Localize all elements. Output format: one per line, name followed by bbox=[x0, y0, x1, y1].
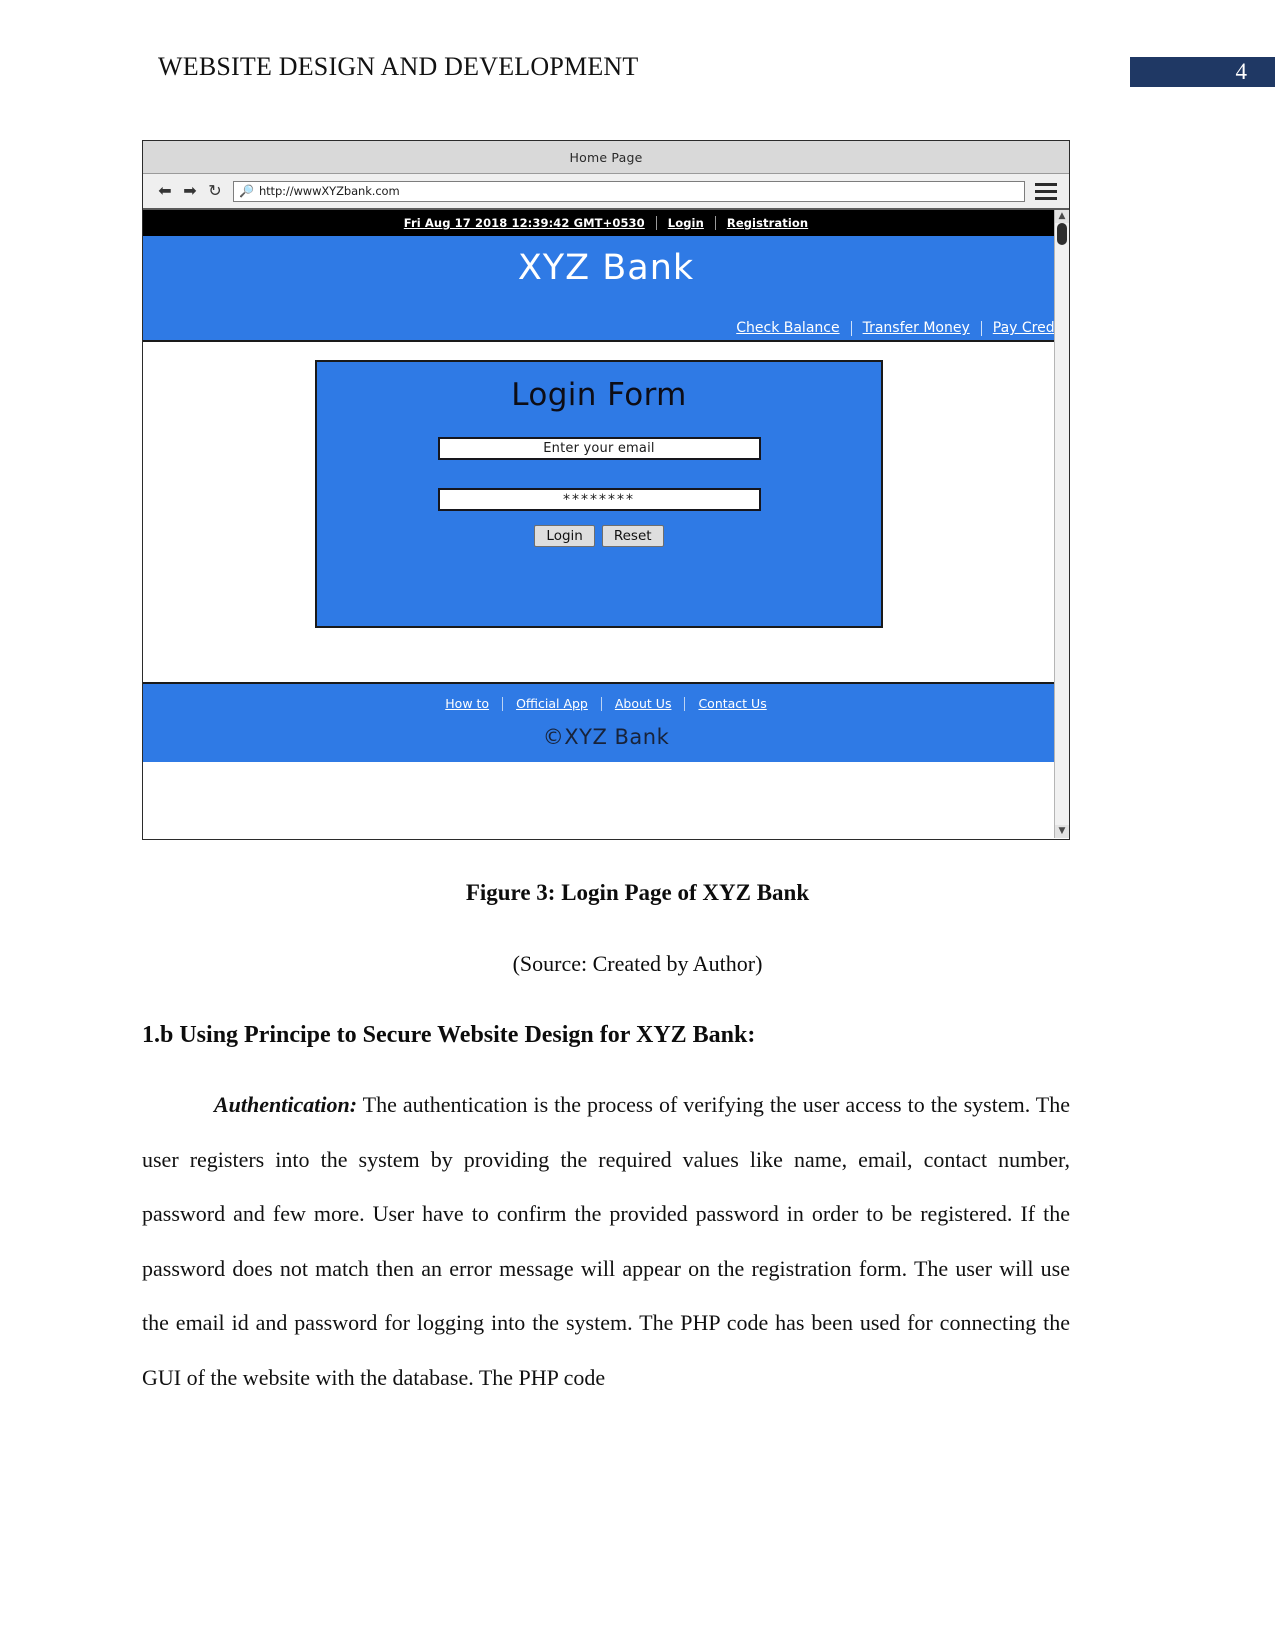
login-form-card: Login Form Enter your email ******** Log… bbox=[315, 360, 883, 628]
site-main-nav: Check Balance Transfer Money Pay Credit bbox=[725, 320, 1069, 336]
topbar-registration-link[interactable]: Registration bbox=[716, 216, 819, 230]
back-arrow-icon[interactable]: ⬅ bbox=[157, 183, 173, 199]
scroll-up-arrow-icon[interactable]: ▲ bbox=[1055, 210, 1069, 223]
url-text: http://wwwXYZbank.com bbox=[258, 184, 400, 198]
paragraph-lead-term: Authentication: bbox=[214, 1092, 358, 1117]
footer-link-official-app[interactable]: Official App bbox=[503, 696, 601, 711]
body-paragraph: Authentication: The authentication is th… bbox=[142, 1078, 1070, 1405]
hamburger-menu-icon[interactable] bbox=[1035, 182, 1057, 200]
topbar-login-link[interactable]: Login bbox=[657, 216, 715, 230]
page-number: 4 bbox=[1235, 59, 1248, 84]
figure-source: (Source: Created by Author) bbox=[512, 951, 763, 976]
site-topbar: Fri Aug 17 2018 12:39:42 GMT+0530 Login … bbox=[143, 210, 1069, 236]
footer-copyright: ©XYZ Bank bbox=[542, 725, 670, 749]
figure-caption: Figure 3: Login Page of XYZ Bank bbox=[465, 880, 810, 905]
nav-link-transfer-money[interactable]: Transfer Money bbox=[852, 320, 981, 336]
address-bar[interactable]: 🔍 http://wwwXYZbank.com bbox=[233, 180, 1025, 202]
browser-toolbar: ⬅ ➡ ↻ 🔍 http://wwwXYZbank.com bbox=[143, 174, 1069, 210]
header-title: WEBSITE DESIGN AND DEVELOPMENT bbox=[158, 52, 639, 81]
paragraph-body-text: The authentication is the process of ver… bbox=[142, 1092, 1070, 1390]
reload-icon[interactable]: ↻ bbox=[207, 183, 223, 199]
section-heading: 1.b Using Principe to Secure Website Des… bbox=[142, 1022, 756, 1048]
browser-titlebar: Home Page bbox=[143, 141, 1069, 174]
topbar-datetime: Fri Aug 17 2018 12:39:42 GMT+0530 bbox=[403, 216, 645, 230]
login-button[interactable]: Login bbox=[534, 525, 595, 547]
search-icon: 🔍 bbox=[239, 184, 254, 198]
footer-links: How to Official App About Us Contact Us bbox=[143, 684, 1069, 711]
site-viewport: Fri Aug 17 2018 12:39:42 GMT+0530 Login … bbox=[143, 210, 1069, 838]
scroll-down-arrow-icon[interactable]: ▼ bbox=[1055, 825, 1069, 838]
vertical-scrollbar[interactable]: ▲ ▼ bbox=[1054, 210, 1069, 838]
forward-arrow-icon[interactable]: ➡ bbox=[182, 183, 198, 199]
reset-button[interactable]: Reset bbox=[601, 525, 664, 547]
site-footer: How to Official App About Us Contact Us … bbox=[143, 682, 1069, 762]
password-field[interactable]: ******** bbox=[437, 488, 761, 511]
nav-link-check-balance[interactable]: Check Balance bbox=[725, 320, 850, 336]
site-body: Login Form Enter your email ******** Log… bbox=[143, 340, 1069, 762]
footer-link-how-to[interactable]: How to bbox=[432, 696, 502, 711]
footer-link-about-us[interactable]: About Us bbox=[602, 696, 685, 711]
browser-mockup-figure: Home Page ⬅ ➡ ↻ 🔍 http://wwwXYZbank.com … bbox=[142, 140, 1070, 840]
page-number-badge: 4 bbox=[1130, 57, 1275, 87]
site-brand-title: XYZ Bank bbox=[517, 248, 695, 288]
footer-link-contact-us[interactable]: Contact Us bbox=[685, 696, 779, 711]
login-form-title: Login Form bbox=[511, 377, 687, 413]
browser-nav-buttons: ⬅ ➡ ↻ bbox=[157, 183, 223, 199]
scrollbar-thumb[interactable] bbox=[1057, 223, 1067, 245]
document-header: WEBSITE DESIGN AND DEVELOPMENT 4 bbox=[0, 52, 1275, 94]
browser-window-title: Home Page bbox=[569, 149, 643, 165]
site-brand-header: XYZ Bank Check Balance Transfer Money Pa… bbox=[143, 236, 1069, 340]
email-field[interactable]: Enter your email bbox=[437, 437, 761, 460]
login-form-buttons: Login Reset bbox=[317, 525, 881, 547]
